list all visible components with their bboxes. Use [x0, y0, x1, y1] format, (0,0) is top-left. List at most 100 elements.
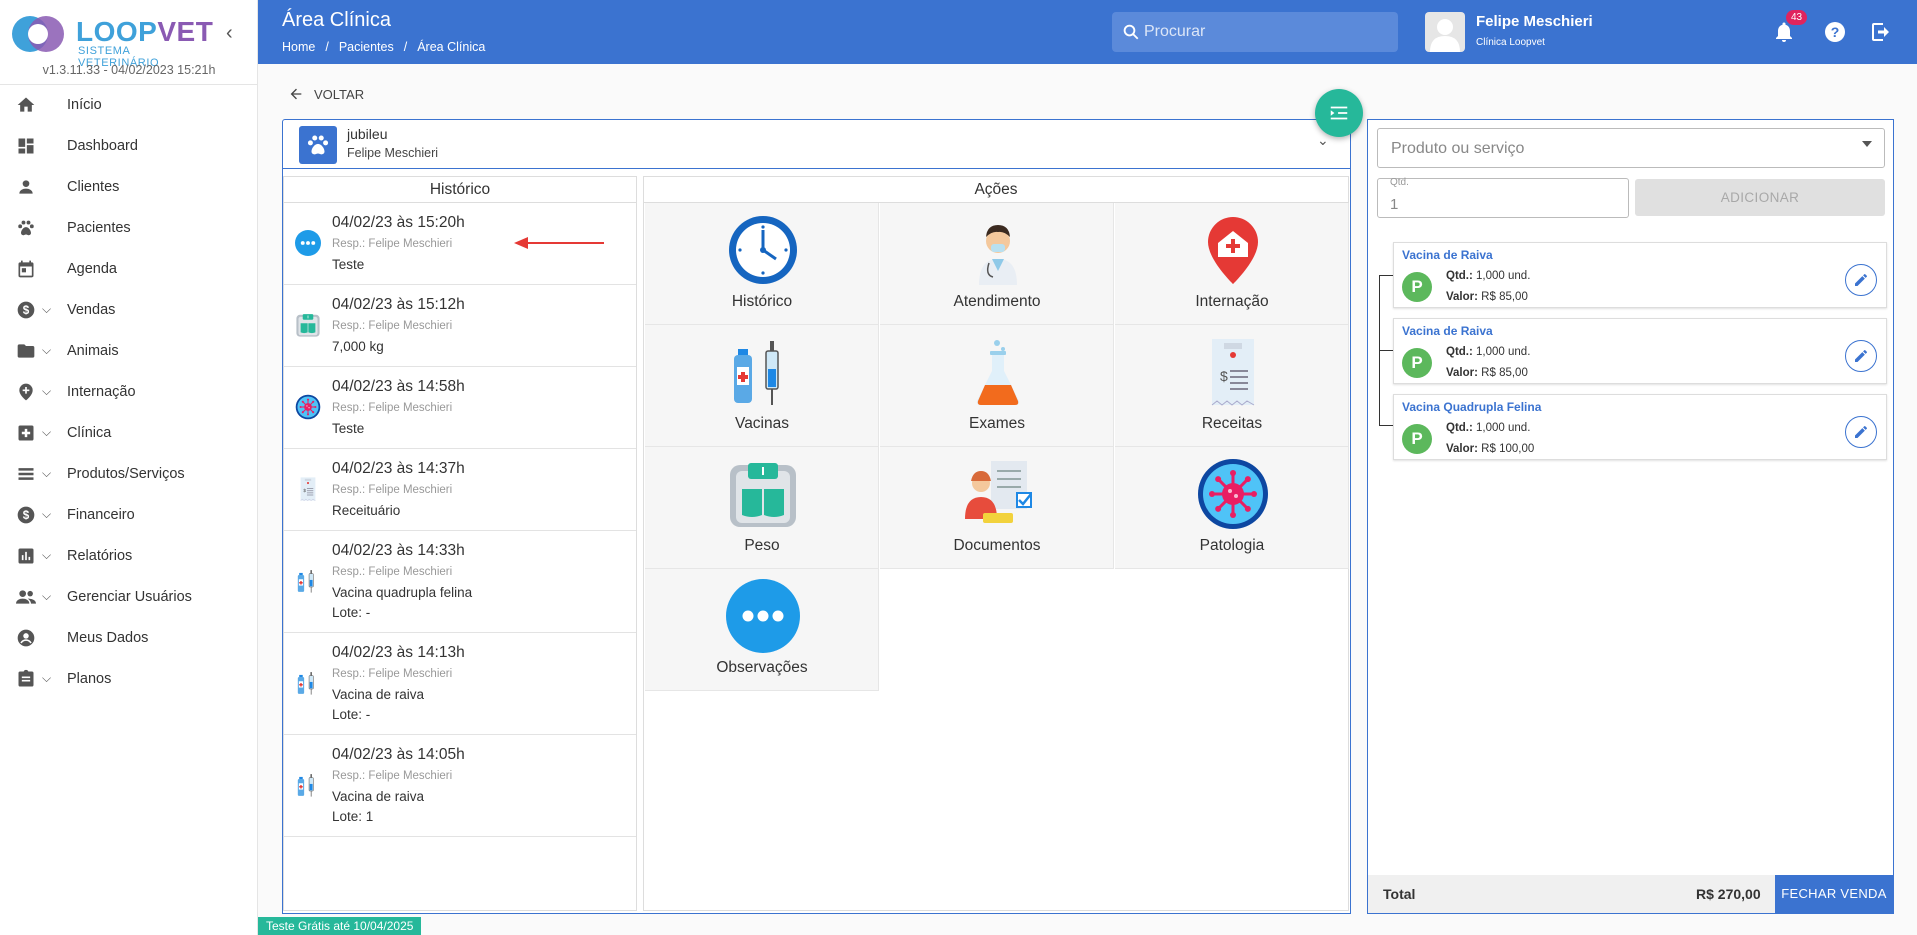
cart-item-value: Valor: R$ 85,00 — [1446, 367, 1528, 379]
breadcrumb-home[interactable]: Home — [282, 40, 315, 54]
red-arrow-annotation — [514, 237, 604, 249]
sidebar-item-gerenciar-usuarios[interactable]: ⌵ Gerenciar Usuários — [0, 576, 258, 617]
history-date: 04/02/23 às 14:37h — [332, 460, 465, 477]
loopvet-logo[interactable]: LOOPVET SISTEMA VETERINÁRIO — [8, 14, 213, 69]
sidebar-item-label: Financeiro — [67, 506, 135, 523]
page-title: Área Clínica — [282, 9, 391, 31]
history-item[interactable]: $04/02/23 às 14:37h Resp.: Felipe Meschie… — [284, 449, 636, 531]
search-input[interactable] — [1144, 12, 1390, 52]
paw-icon — [15, 217, 37, 239]
chevron-down-icon: ⌵ — [42, 671, 52, 685]
toggle-cart-button[interactable] — [1315, 89, 1363, 137]
sidebar-item-meus-dados[interactable]: Meus Dados — [0, 617, 258, 658]
total-bar: Total R$ 270,00 FECHAR VENDA — [1368, 875, 1893, 913]
add-button[interactable]: ADICIONAR — [1635, 179, 1885, 216]
chevron-down-icon: ⌵ — [42, 466, 52, 480]
action-atendimento[interactable]: Atendimento — [880, 203, 1114, 325]
history-desc: Vacina de raiva — [332, 687, 425, 702]
documents-icon — [961, 457, 1035, 531]
close-sale-button[interactable]: FECHAR VENDA — [1775, 875, 1893, 913]
cart-item-value: Valor: R$ 100,00 — [1446, 443, 1535, 455]
sidebar-item-clinica[interactable]: ⌵ Clínica — [0, 412, 258, 453]
sidebar-item-label: Início — [67, 96, 102, 113]
user-name[interactable]: Felipe Meschieri — [1476, 13, 1593, 30]
action-peso[interactable]: Peso — [645, 447, 879, 569]
collapse-sidebar-icon[interactable]: ‹ — [226, 22, 233, 45]
sidebar-item-internacao[interactable]: ⌵ Internação — [0, 371, 258, 412]
sidebar-item-animais[interactable]: ⌵ Animais — [0, 330, 258, 371]
search-box — [1112, 12, 1398, 52]
sidebar-item-produtos-servicos[interactable]: ⌵ Produtos/Serviços — [0, 453, 258, 494]
receipt-icon: $ — [1196, 335, 1270, 409]
action-observacoes[interactable]: Observações — [645, 569, 879, 691]
action-vacinas[interactable]: Vacinas — [645, 325, 879, 447]
sidebar-item-relatorios[interactable]: ⌵ Relatórios — [0, 535, 258, 576]
back-button[interactable]: VOLTAR — [288, 86, 364, 102]
flask-icon — [961, 335, 1035, 409]
sidebar-item-label: Pacientes — [67, 219, 131, 236]
action-exames[interactable]: Exames — [880, 325, 1114, 447]
history-item[interactable]: 04/02/23 às 14:33h Resp.: Felipe Meschier… — [284, 531, 636, 633]
version-label: v1.3.11.33 - 04/02/2023 15:21h — [42, 63, 216, 77]
history-date: 04/02/23 às 14:05h — [332, 746, 465, 763]
sidebar-item-financeiro[interactable]: $ ⌵ Financeiro — [0, 494, 258, 535]
history-date: 04/02/23 às 15:12h — [332, 296, 465, 313]
svg-text:$: $ — [1220, 368, 1228, 384]
dropdown-caret-icon — [1862, 141, 1872, 147]
history-date: 04/02/23 às 15:20h — [332, 214, 465, 231]
breadcrumb-pacientes[interactable]: Pacientes — [339, 40, 394, 54]
quantity-input[interactable] — [1390, 193, 1620, 215]
chevron-down-icon: ⌵ — [42, 507, 52, 521]
history-desc: 7,000 kg — [332, 339, 384, 354]
history-item[interactable]: 04/02/23 às 14:58h Resp.: Felipe Meschier… — [284, 367, 636, 449]
edit-button[interactable] — [1845, 264, 1877, 296]
action-documentos[interactable]: Documentos — [880, 447, 1114, 569]
logout-icon[interactable] — [1869, 20, 1893, 44]
breadcrumb-current: Área Clínica — [417, 40, 486, 54]
cart-item-title: Vacina de Raiva — [1402, 248, 1493, 262]
sidebar-item-clientes[interactable]: Clientes — [0, 166, 258, 207]
action-label: Observações — [716, 659, 808, 676]
sidebar-item-planos[interactable]: ⌵ Planos — [0, 658, 258, 699]
sidebar-item-pacientes[interactable]: Pacientes — [0, 207, 258, 248]
pencil-icon — [1855, 273, 1867, 286]
pencil-icon — [1855, 425, 1867, 438]
product-select[interactable]: Produto ou serviço — [1377, 128, 1885, 168]
sidebar-item-label: Gerenciar Usuários — [67, 588, 192, 605]
history-desc: Vacina quadrupla felina — [332, 585, 473, 600]
product-badge: P — [1402, 272, 1432, 302]
chevron-down-icon: ⌵ — [42, 589, 52, 603]
history-desc: Teste — [332, 257, 365, 272]
vaccine-icon — [294, 771, 322, 799]
help-icon[interactable]: ? — [1823, 20, 1847, 44]
sidebar-item-agenda[interactable]: Agenda — [0, 248, 258, 289]
cart-item-qty: Qtd.: 1,000 und. — [1446, 270, 1531, 282]
edit-button[interactable] — [1845, 416, 1877, 448]
edit-button[interactable] — [1845, 340, 1877, 372]
history-resp: Resp.: Felipe Meschieri — [332, 484, 453, 496]
quantity-field: Qtd. — [1377, 177, 1629, 218]
sidebar-item-dashboard[interactable]: Dashboard — [0, 125, 258, 166]
sidebar-nav: Início Dashboard Clientes Pacientes Agenda $ ⌵… — [0, 84, 258, 699]
action-patologia[interactable]: Patologia — [1115, 447, 1349, 569]
action-internacao[interactable]: Internação — [1115, 203, 1349, 325]
sidebar-item-vendas[interactable]: $ ⌵ Vendas — [0, 289, 258, 330]
chevron-down-icon: ⌵ — [42, 384, 52, 398]
sidebar-item-label: Meus Dados — [67, 629, 149, 646]
chevron-down-icon: ⌵ — [42, 302, 52, 316]
history-title: Histórico — [284, 177, 636, 203]
action-label: Receitas — [1201, 415, 1263, 432]
action-receitas[interactable]: $ Receitas — [1115, 325, 1349, 447]
product-badge: P — [1402, 424, 1432, 454]
avatar[interactable] — [1425, 12, 1465, 52]
sidebar-item-inicio[interactable]: Início — [0, 84, 258, 125]
sale-cart-panel: Produto ou serviço Qtd. ADICIONAR Vacina… — [1367, 119, 1894, 914]
action-historico[interactable]: Histórico — [645, 203, 879, 325]
history-item[interactable]: 04/02/23 às 14:13h Resp.: Felipe Meschier… — [284, 633, 636, 735]
patient-selector[interactable]: jubileu Felipe Meschieri ⌄ — [282, 119, 1351, 169]
chevron-down-icon: ⌵ — [42, 548, 52, 562]
chevron-down-icon[interactable]: ⌄ — [1317, 132, 1329, 149]
history-item[interactable]: 04/02/23 às 14:05h Resp.: Felipe Meschier… — [284, 735, 636, 837]
svg-text:$: $ — [303, 488, 306, 494]
history-item[interactable]: 04/02/23 às 15:12h Resp.: Felipe Meschier… — [284, 285, 636, 367]
